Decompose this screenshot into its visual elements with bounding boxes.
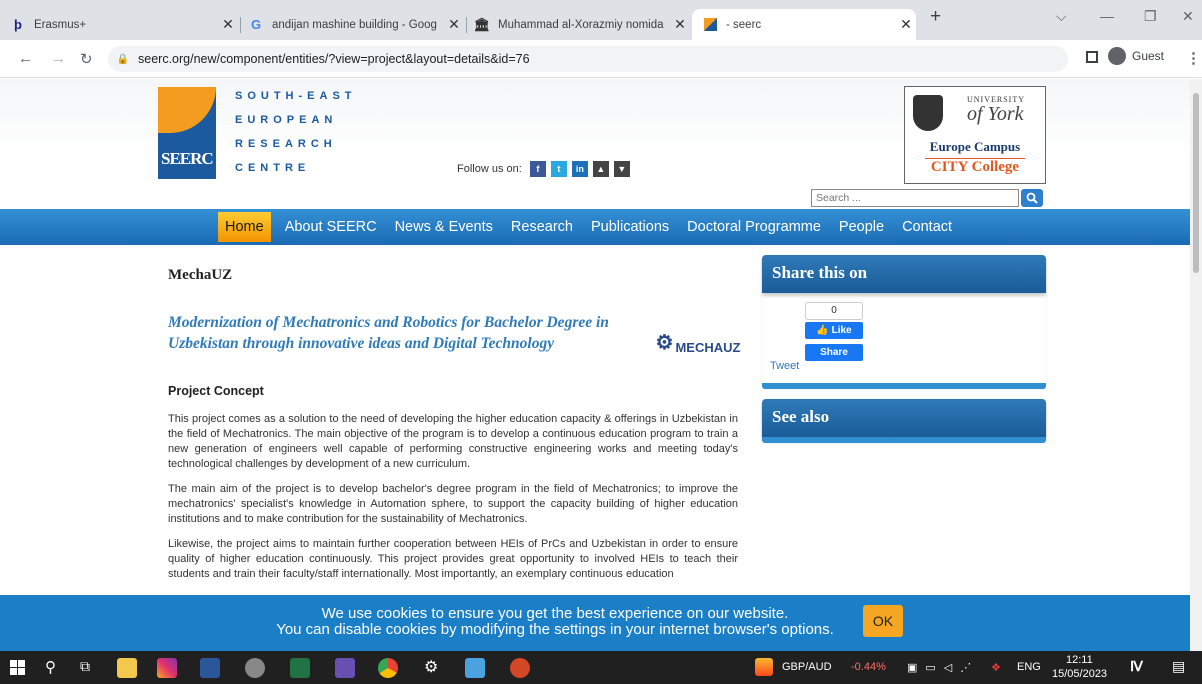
notification-icon[interactable]: ▤ [1172,658,1185,675]
cookie-banner: We use cookies to ensure you get the bes… [0,595,1202,651]
tab-university[interactable]: 🏛 Muhammad al-Xorazmiy nomida ✕ [468,9,690,40]
paragraph: The main aim of the project is to develo… [168,483,738,525]
tweet-link[interactable]: Tweet [770,360,799,372]
nav-contact[interactable]: Contact [902,219,952,235]
see-also-box: See also [762,399,1046,443]
nav-news-events[interactable]: News & Events [395,219,493,235]
stocks-icon [755,658,773,676]
cookie-ok-button[interactable]: OK [863,605,903,637]
close-tab-icon[interactable]: ✕ [670,16,690,33]
close-window-icon[interactable]: ✕ [1182,8,1194,25]
facebook-widget: 0 👍 Like Share [805,302,863,362]
nav-people[interactable]: People [839,219,884,235]
language-indicator[interactable]: ENG [1017,661,1041,673]
cookie-line-2: You can disable cookies by modifying the… [276,621,834,638]
url-text: seerc.org/new/component/entities/?view=p… [138,52,530,66]
paragraph: Likewise, the project aims to maintain f… [168,538,738,580]
search-input[interactable] [811,189,1019,207]
share-title: Share this on [762,255,1046,293]
section-heading: Project Concept [168,384,264,398]
nav-research[interactable]: Research [511,219,573,235]
file-explorer-icon[interactable] [117,658,137,678]
currency-change: -0.44% [851,661,886,673]
currency-pair[interactable]: GBP/AUD [782,661,832,673]
article: MechaUZ Modernization of Mechatronics an… [168,267,741,592]
facebook-icon[interactable]: f [529,161,546,177]
site-header: SEERC SOUTH-EAST EUROPEAN RESEARCH CENTR… [0,79,1202,209]
page-title: MechaUZ [168,267,233,283]
fb-share-button[interactable]: Share [805,344,863,361]
tab-search-icon[interactable]: ⌵ [1056,8,1067,25]
instagram-icon[interactable] [157,658,177,678]
windows-start-icon[interactable] [10,660,25,675]
search-icon[interactable]: ⚲ [45,658,56,676]
nav-publications[interactable]: Publications [591,219,669,235]
close-tab-icon[interactable]: ✕ [444,16,464,33]
paragraph: This project comes as a solution to the … [168,413,738,470]
nav-about[interactable]: About SEERC [285,219,377,235]
new-tab-icon[interactable]: + [930,6,941,28]
erasmus-icon: þ [14,17,22,32]
fb-count: 0 [805,302,863,320]
sidepanel-icon[interactable] [1086,51,1098,63]
browser-tab-bar: þ Erasmus+ ✕ G andijan mashine building … [0,0,1202,40]
search-button[interactable] [1021,189,1043,207]
word-icon[interactable] [200,658,220,678]
site-search [811,189,1043,207]
forward-icon[interactable]: → [51,50,66,67]
app-tray-icon[interactable]: Ⅳ [1130,658,1143,675]
project-subtitle: Modernization of Mechatronics and Roboti… [168,314,609,352]
powerpoint-icon[interactable] [510,658,530,678]
close-tab-icon[interactable]: ✕ [218,16,238,33]
windows-taskbar: ⚲ ⧉ ⚙ GBP/AUD -0.44% ▣▭◁⋰ ❖ ENG 12:11 15… [0,651,1202,684]
fb-like-button[interactable]: 👍 Like [805,322,863,339]
tab-erasmus[interactable]: þ Erasmus+ ✕ [0,9,238,40]
address-toolbar: ← → ↻ 🔒 seerc.org/new/component/entities… [0,40,1202,78]
follow-us: Follow us on: f t in ▲ ▼ [457,161,630,177]
cookie-line-1: We use cookies to ensure you get the bes… [321,605,789,622]
web-page: SEERC SOUTH-EAST EUROPEAN RESEARCH CENTR… [0,79,1202,651]
arrow-down-icon[interactable]: ▼ [613,161,630,177]
university-icon: 🏛 [473,16,491,32]
seerc-icon [702,17,718,33]
search-icon [1026,192,1038,204]
task-view-icon[interactable]: ⧉ [80,658,90,675]
profile-button[interactable]: Guest [1108,47,1164,65]
avatar-icon [1108,47,1126,65]
google-icon: G [250,17,262,32]
mechauz-logo: ⚙ MECHAUZ [655,332,741,355]
minimize-icon[interactable]: — [1100,8,1114,24]
tray-icons[interactable]: ▣▭◁⋰ [907,661,979,674]
back-icon[interactable]: ← [18,50,33,67]
lock-icon: 🔒 [116,53,130,65]
chrome-icon[interactable] [378,658,398,678]
menu-icon[interactable]: ⋮ [1186,49,1201,67]
app-g-icon[interactable] [335,658,355,678]
restore-icon[interactable]: ❐ [1144,8,1157,25]
excel-icon[interactable] [290,658,310,678]
dropbox-icon[interactable]: ❖ [991,661,1001,674]
app-icon[interactable] [245,658,265,678]
york-logo[interactable]: UNIVERSITY of York Europe Campus CITY Co… [904,86,1046,184]
mail-icon[interactable] [465,658,485,678]
clock-date[interactable]: 15/05/2023 [1052,668,1107,680]
linkedin-icon[interactable]: in [571,161,588,177]
crest-icon [913,95,943,131]
nav-doctoral[interactable]: Doctoral Programme [687,219,821,235]
arrow-up-icon[interactable]: ▲ [592,161,609,177]
page-scrollbar[interactable] [1190,79,1202,651]
twitter-icon[interactable]: t [550,161,567,177]
clock-time[interactable]: 12:11 [1066,654,1093,666]
settings-icon[interactable]: ⚙ [424,657,438,677]
tab-seerc[interactable]: - seerc ✕ [692,9,916,40]
url-bar[interactable]: 🔒 seerc.org/new/component/entities/?view… [108,46,1068,72]
tab-google[interactable]: G andijan mashine building - Goog ✕ [242,9,464,40]
share-box: Share this on 0 👍 Like Share Tweet [762,255,1046,389]
nav-home[interactable]: Home [218,212,271,242]
reload-icon[interactable]: ↻ [80,50,93,68]
see-also-title: See also [762,399,1046,437]
main-nav: Home About SEERC News & Events Research … [0,209,1202,245]
close-tab-icon[interactable]: ✕ [896,16,916,33]
